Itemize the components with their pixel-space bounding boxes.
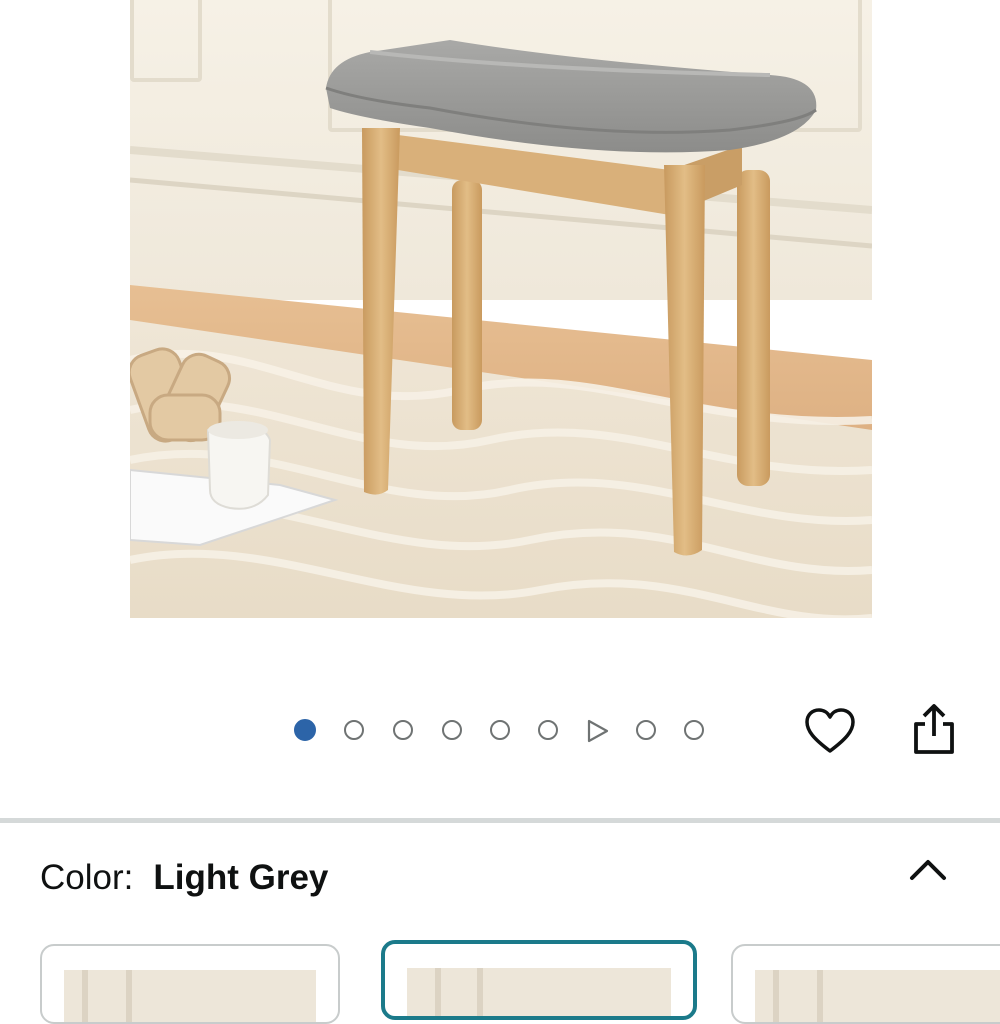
stool-photo — [130, 0, 872, 618]
section-divider — [0, 818, 1000, 823]
swatch-thumbnail — [407, 968, 671, 1016]
swatch-thumbnail — [755, 970, 1000, 1022]
color-swatch-option-selected[interactable] — [381, 940, 697, 1020]
selected-color-value: Light Grey — [153, 858, 329, 897]
color-swatch-option[interactable] — [40, 944, 340, 1024]
carousel-dot-8[interactable] — [636, 720, 656, 740]
add-to-wishlist-button[interactable] — [802, 703, 858, 759]
product-image[interactable] — [130, 0, 872, 618]
video-play-icon[interactable] — [585, 719, 609, 743]
color-selector-header: Color: Light Grey — [40, 858, 328, 898]
carousel-dot-5[interactable] — [490, 720, 510, 740]
color-label: Color: — [40, 858, 134, 897]
color-swatch-option[interactable] — [731, 944, 1000, 1024]
share-button[interactable] — [906, 701, 962, 757]
chevron-up-icon — [910, 860, 946, 880]
share-icon — [914, 704, 954, 754]
heart-icon — [805, 708, 855, 753]
carousel-dot-6[interactable] — [538, 720, 558, 740]
image-carousel-indicators — [292, 717, 712, 745]
swatch-thumbnail — [64, 970, 316, 1022]
carousel-dot-1[interactable] — [294, 719, 316, 741]
collapse-color-options-button[interactable] — [904, 850, 952, 890]
carousel-dot-4[interactable] — [442, 720, 462, 740]
carousel-dot-3[interactable] — [393, 720, 413, 740]
carousel-dot-2[interactable] — [344, 720, 364, 740]
carousel-dot-9[interactable] — [684, 720, 704, 740]
